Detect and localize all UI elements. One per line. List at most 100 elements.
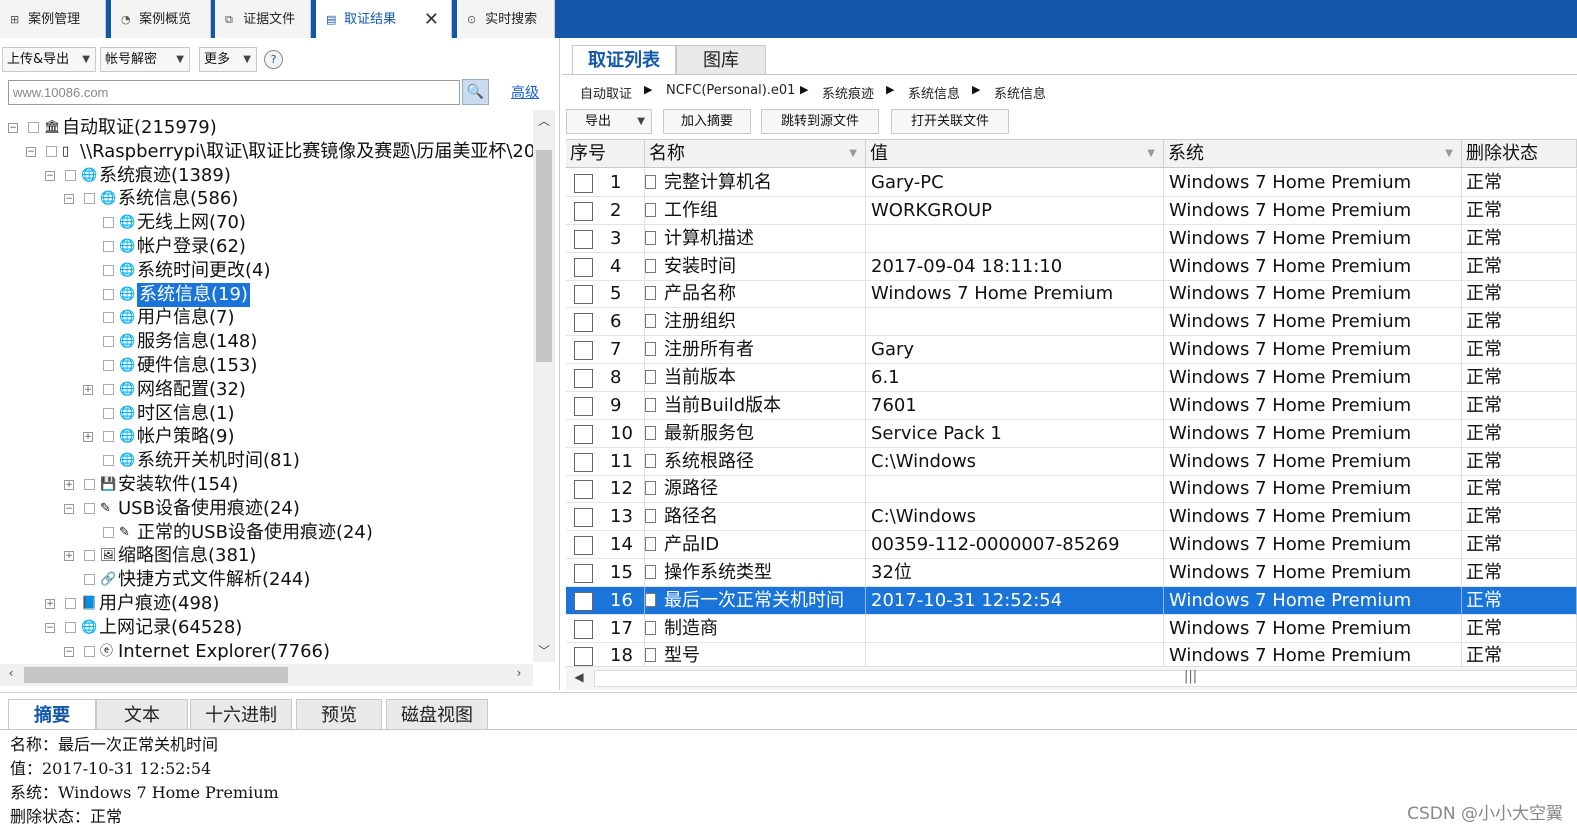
tree-checkbox[interactable] xyxy=(84,550,95,562)
tab-case-overview[interactable]: ◔ 案例概览 xyxy=(111,0,211,38)
table-row[interactable]: 7 注册所有者 Gary Windows 7 Home Premium 正常 xyxy=(566,336,1577,365)
tree-checkbox[interactable] xyxy=(103,288,114,300)
column-header-no[interactable]: 序号 xyxy=(566,140,645,168)
column-header-delete-status[interactable]: 删除状态 xyxy=(1462,140,1577,168)
tree-checkbox[interactable] xyxy=(84,502,95,514)
tree-checkbox[interactable] xyxy=(65,621,76,633)
row-checkbox[interactable] xyxy=(574,647,593,666)
tree-checkbox[interactable] xyxy=(103,336,114,348)
tab-gallery[interactable]: 图库 xyxy=(676,45,766,75)
tab-realtime-search[interactable]: ⊙ 实时搜索 xyxy=(457,0,555,38)
scroll-up-icon[interactable]: ︿ xyxy=(533,112,555,129)
tree-checkbox[interactable] xyxy=(46,145,57,157)
row-checkbox[interactable] xyxy=(574,201,593,221)
help-icon[interactable]: ? xyxy=(264,50,283,69)
table-row[interactable]: 10 最新服务包 Service Pack 1 Windows 7 Home Prem… xyxy=(566,419,1577,448)
scroll-left-icon[interactable]: ‹ xyxy=(0,666,22,680)
column-header-system[interactable]: 系统 ▼ xyxy=(1164,140,1462,168)
row-checkbox[interactable] xyxy=(574,424,593,444)
tree-node[interactable]: 🌐 用户信息(7) xyxy=(0,306,533,330)
tab-text[interactable]: 文本 xyxy=(96,699,188,730)
tree-node[interactable]: − 🌐 系统信息(586) xyxy=(0,187,533,211)
row-checkbox[interactable] xyxy=(574,285,593,305)
table-row[interactable]: 13 路径名 C:\Windows Windows 7 Home Premium 正常 xyxy=(566,503,1577,532)
filter-icon[interactable]: ▼ xyxy=(849,140,857,168)
collapse-icon[interactable]: − xyxy=(8,123,18,133)
filter-icon[interactable]: ▼ xyxy=(1147,140,1155,168)
tree-checkbox[interactable] xyxy=(28,122,39,133)
expand-icon[interactable]: + xyxy=(83,384,93,395)
expand-icon[interactable]: + xyxy=(64,551,74,562)
tree-checkbox[interactable] xyxy=(103,455,114,467)
breadcrumb-item[interactable]: 自动取证 xyxy=(580,83,632,102)
row-checkbox[interactable] xyxy=(574,368,593,388)
tree-vertical-scrollbar[interactable]: ︿ ﹀ xyxy=(533,110,555,662)
table-row[interactable]: 9 当前Build版本 7601 Windows 7 Home Premium 正常 xyxy=(566,391,1577,420)
table-row[interactable]: 16 最后一次正常关机时间 2017-10-31 12:52:54 Windows 7… xyxy=(566,586,1577,615)
tree-node[interactable]: + 🌐 帐户策略(9) xyxy=(0,425,533,449)
tree-node[interactable]: + 🖼 缩略图信息(381) xyxy=(0,544,533,568)
expand-icon[interactable]: + xyxy=(83,432,93,443)
tree-node[interactable]: 🌐 系统时间更改(4) xyxy=(0,259,533,283)
tree-checkbox[interactable] xyxy=(103,264,114,276)
breadcrumb-item[interactable]: 系统痕迹 xyxy=(822,83,874,102)
table-row[interactable]: 2 工作组 WORKGROUP Windows 7 Home Premium 正常 xyxy=(566,196,1577,225)
collapse-icon[interactable]: − xyxy=(64,503,74,514)
tree-node[interactable]: 🔗 快捷方式文件解析(244) xyxy=(0,568,533,592)
tree-node[interactable]: − ✎ USB设备使用痕迹(24) xyxy=(0,497,533,521)
scroll-left-icon[interactable]: ◀ xyxy=(568,670,590,684)
collapse-icon[interactable]: − xyxy=(64,646,74,657)
table-row[interactable]: 11 系统根路径 C:\Windows Windows 7 Home Premium 正… xyxy=(566,447,1577,476)
tree-node[interactable]: − ⓔ Internet Explorer(7766) xyxy=(0,640,533,662)
tree-node[interactable]: 🌐 系统开关机时间(81) xyxy=(0,449,533,473)
column-header-name[interactable]: 名称 ▼ xyxy=(645,140,866,168)
tree-node[interactable]: 🌐 时区信息(1) xyxy=(0,402,533,426)
row-checkbox[interactable] xyxy=(574,396,593,416)
tree-checkbox[interactable] xyxy=(103,431,114,443)
tree-checkbox[interactable] xyxy=(84,645,95,657)
tree-checkbox[interactable] xyxy=(103,360,114,371)
table-row[interactable]: 6 注册组织 Windows 7 Home Premium 正常 xyxy=(566,308,1577,337)
table-row[interactable]: 17 制造商 Windows 7 Home Premium 正常 xyxy=(566,614,1577,643)
scroll-down-icon[interactable]: ﹀ xyxy=(533,642,555,659)
scrollbar-thumb[interactable] xyxy=(594,670,1577,687)
row-checkbox[interactable] xyxy=(574,341,593,361)
tree-checkbox[interactable] xyxy=(65,169,76,181)
advanced-search-link[interactable]: 高级 xyxy=(511,82,539,102)
add-summary-button[interactable]: 加入摘要 xyxy=(663,109,751,134)
row-checkbox[interactable] xyxy=(574,619,593,639)
tree-checkbox[interactable] xyxy=(84,193,95,205)
row-checkbox[interactable] xyxy=(574,257,593,277)
table-row[interactable]: 3 计算机描述 Windows 7 Home Premium 正常 xyxy=(566,224,1577,253)
table-row[interactable]: 15 操作系统类型 32位 Windows 7 Home Premium 正常 xyxy=(566,558,1577,587)
tab-forensic-list[interactable]: 取证列表 xyxy=(572,45,676,75)
tab-preview[interactable]: 预览 xyxy=(296,699,382,730)
tab-hex[interactable]: 十六进制 xyxy=(190,699,292,730)
row-checkbox[interactable] xyxy=(574,229,593,249)
tree-checkbox[interactable] xyxy=(103,383,114,395)
tree-node[interactable]: − ▯ \\Raspberrypi\取证\取证比赛镜像及赛题\历届美亚杯\2017 xyxy=(0,140,533,164)
tree-node[interactable]: − 🌐 系统痕迹(1389) xyxy=(0,164,533,188)
tree-node[interactable]: 🌐 无线上网(70) xyxy=(0,211,533,235)
tree-node[interactable]: 🌐 系统信息(19) xyxy=(0,282,533,307)
row-checkbox[interactable] xyxy=(574,452,593,472)
column-header-value[interactable]: 值 ▼ xyxy=(866,140,1164,168)
row-checkbox[interactable] xyxy=(574,508,593,528)
close-icon[interactable]: ✕ xyxy=(424,0,439,40)
collapse-icon[interactable]: − xyxy=(45,622,55,633)
expand-icon[interactable]: + xyxy=(45,599,55,609)
collapse-icon[interactable]: − xyxy=(45,170,55,181)
scrollbar-thumb[interactable] xyxy=(536,150,552,362)
tree-node[interactable]: 🌐 硬件信息(153) xyxy=(0,354,533,378)
tree-horizontal-scrollbar[interactable]: ‹ › xyxy=(0,664,533,686)
expand-icon[interactable]: + xyxy=(64,480,74,490)
tab-summary[interactable]: 摘要 xyxy=(8,699,96,730)
export-dropdown[interactable]: 导出 ▼ xyxy=(566,109,652,134)
table-row[interactable]: 8 当前版本 6.1 Windows 7 Home Premium 正常 xyxy=(566,363,1577,392)
scrollbar-thumb[interactable] xyxy=(24,667,288,683)
breadcrumb-item[interactable]: 系统信息 xyxy=(908,83,960,102)
row-checkbox[interactable] xyxy=(574,536,593,556)
row-checkbox[interactable] xyxy=(574,480,593,500)
upload-export-dropdown[interactable]: 上传&导出 ▼ xyxy=(2,47,96,72)
breadcrumb-item[interactable]: NCFC(Personal).e01 xyxy=(666,83,795,98)
